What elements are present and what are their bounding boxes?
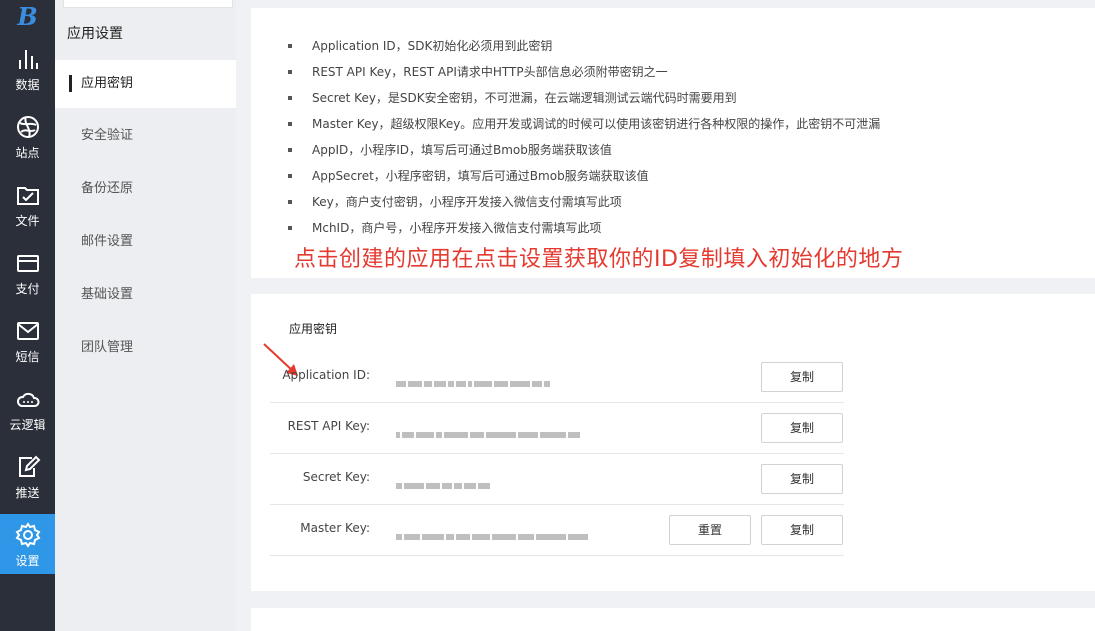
key-row-master-key: Master Key: 重置 复制 xyxy=(270,505,844,556)
section-title: 应用密钥 xyxy=(289,322,338,336)
icon-rail: B 数据 站点 文件 支付 短信 云逻辑 推送 设置 xyxy=(0,0,55,631)
rail-item-files[interactable]: 文件 xyxy=(0,182,55,244)
rail-item-cloud-logic[interactable]: 云逻辑 xyxy=(0,386,55,448)
sidebar-item-backup[interactable]: 备份还原 xyxy=(55,165,236,213)
list-item: MchID，商户号，小程序开发接入微信支付需填写此项 xyxy=(288,217,1008,243)
rail-item-site[interactable]: 站点 xyxy=(0,114,55,176)
list-item-text: Application ID，SDK初始化必须用到此密钥 xyxy=(312,39,553,53)
sidebar-title: 应用设置 xyxy=(67,26,123,42)
bullet-dot xyxy=(288,148,292,152)
bullet-dot xyxy=(288,70,292,74)
list-item-text: Secret Key，是SDK安全密钥，不可泄漏，在云端逻辑测试云端代码时需要用… xyxy=(312,91,737,105)
rail-item-label: 设置 xyxy=(15,554,40,568)
bullet-dot xyxy=(288,226,292,230)
rail-item-label: 数据 xyxy=(15,78,40,92)
rail-item-push[interactable]: 推送 xyxy=(0,454,55,516)
folder-check-icon xyxy=(16,187,39,205)
list-item: Secret Key，是SDK安全密钥，不可泄漏，在云端逻辑测试云端代码时需要用… xyxy=(288,87,1008,113)
globe-icon xyxy=(16,116,39,138)
list-item: Key，商户支付密钥，小程序开发接入微信支付需填写此项 xyxy=(288,191,1008,217)
key-label: Application ID: xyxy=(282,368,370,382)
bullet-dot xyxy=(288,200,292,204)
rail-item-settings[interactable]: 设置 xyxy=(0,514,55,574)
bullet-dot xyxy=(288,122,292,126)
list-item: Application ID，SDK初始化必须用到此密钥 xyxy=(288,35,1008,61)
list-item-text: AppID，小程序ID，填写后可通过Bmob服务端获取该值 xyxy=(312,143,612,157)
rail-item-label: 支付 xyxy=(15,282,40,296)
sidebar-item-security[interactable]: 安全验证 xyxy=(55,112,236,160)
red-annotation: 点击创建的应用在点击设置获取你的ID复制填入初始化的地方 xyxy=(294,247,904,272)
bmob-logo[interactable]: B xyxy=(0,2,55,31)
key-label: Master Key: xyxy=(300,521,370,535)
next-panel xyxy=(251,608,1095,631)
edit-icon xyxy=(18,455,40,477)
blurred-key-value xyxy=(396,373,552,387)
reset-button[interactable]: 重置 xyxy=(669,515,751,545)
rail-item-label: 站点 xyxy=(15,146,40,160)
bullet-dot xyxy=(288,96,292,100)
copy-button[interactable]: 复制 xyxy=(761,413,843,443)
key-label: REST API Key: xyxy=(287,419,370,433)
sidebar-item-basic[interactable]: 基础设置 xyxy=(55,271,236,319)
list-item: REST API Key，REST API请求中HTTP头部信息必须附带密钥之一 xyxy=(288,61,1008,87)
copy-button[interactable]: 复制 xyxy=(761,362,843,392)
bar-chart-icon xyxy=(18,50,38,69)
list-item-text: AppSecret，小程序密钥，填写后可通过Bmob服务端获取该值 xyxy=(312,169,649,183)
key-label: Secret Key: xyxy=(302,470,370,484)
list-item-text: REST API Key，REST API请求中HTTP头部信息必须附带密钥之一 xyxy=(312,65,668,79)
sidebar-item-mail[interactable]: 邮件设置 xyxy=(55,218,236,266)
key-row-application-id: Application ID: 复制 xyxy=(270,352,844,403)
key-row-rest-api-key: REST API Key: 复制 xyxy=(270,403,844,454)
rail-item-sms[interactable]: 短信 xyxy=(0,318,55,380)
sidebar-item-team[interactable]: 团队管理 xyxy=(55,324,236,372)
list-item-text: Master Key，超级权限Key。应用开发或调试的时候可以使用该密钥进行各种… xyxy=(312,117,881,131)
blurred-key-value xyxy=(396,475,492,489)
rail-item-label: 短信 xyxy=(15,350,40,364)
rail-item-data[interactable]: 数据 xyxy=(0,46,55,108)
list-item: Master Key，超级权限Key。应用开发或调试的时候可以使用该密钥进行各种… xyxy=(288,113,1008,139)
cloud-icon xyxy=(16,392,39,407)
copy-button[interactable]: 复制 xyxy=(761,464,843,494)
key-row-secret-key: Secret Key: 复制 xyxy=(270,454,844,505)
list-item-text: MchID，商户号，小程序开发接入微信支付需填写此项 xyxy=(312,221,602,235)
copy-button[interactable]: 复制 xyxy=(761,515,843,545)
blurred-key-value xyxy=(396,526,590,540)
list-item: AppID，小程序ID，填写后可通过Bmob服务端获取该值 xyxy=(288,139,1008,165)
list-item-text: Key，商户支付密钥，小程序开发接入微信支付需填写此项 xyxy=(312,195,622,209)
bullet-dot xyxy=(288,174,292,178)
mail-icon xyxy=(16,322,39,340)
card-icon xyxy=(16,255,39,272)
rail-item-payment[interactable]: 支付 xyxy=(0,250,55,312)
sidebar-item-app-keys[interactable]: 应用密钥 xyxy=(55,60,236,108)
sidebar-top-tab xyxy=(63,0,233,8)
bullet-dot xyxy=(288,44,292,48)
gear-icon xyxy=(15,522,40,548)
list-item: AppSecret，小程序密钥，填写后可通过Bmob服务端获取该值 xyxy=(288,165,1008,191)
settings-sidebar: 应用设置 应用密钥 安全验证 备份还原 邮件设置 基础设置 团队管理 xyxy=(55,0,236,631)
rail-item-label: 推送 xyxy=(15,486,40,500)
rail-item-label: 云逻辑 xyxy=(9,418,46,432)
rail-item-label: 文件 xyxy=(15,214,40,228)
blurred-key-value xyxy=(396,424,582,438)
